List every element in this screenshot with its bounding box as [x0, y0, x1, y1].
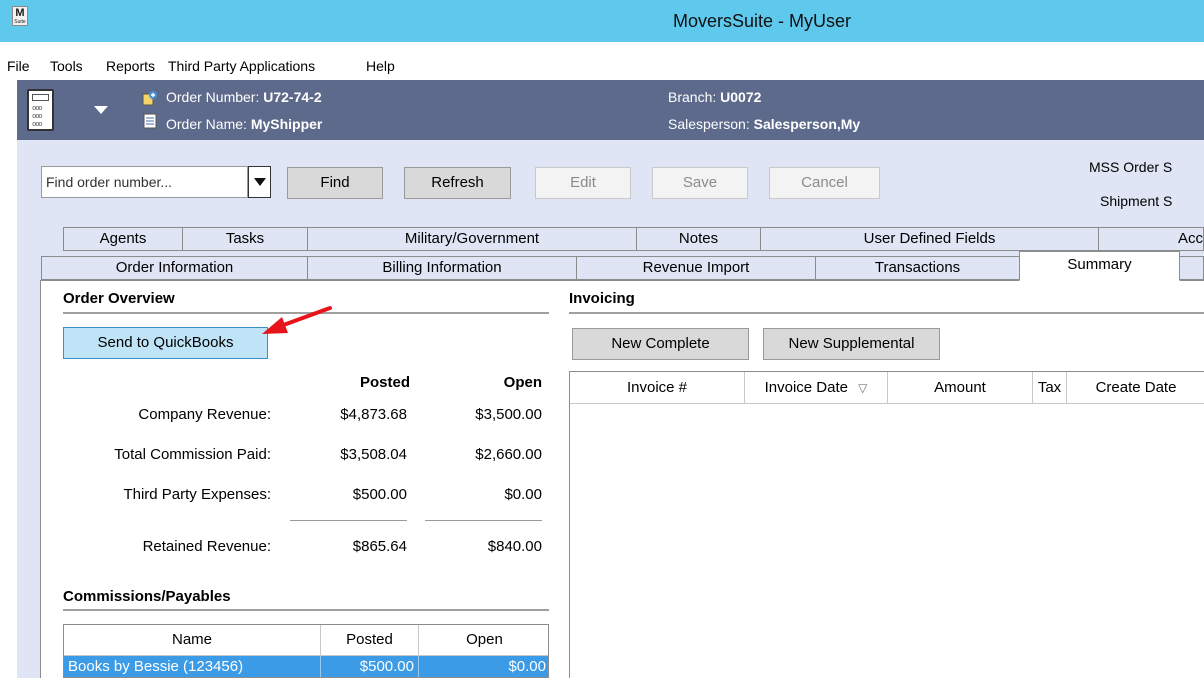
- tab-agents[interactable]: Agents: [63, 227, 183, 251]
- menu-reports[interactable]: Reports: [106, 58, 155, 74]
- commissions-rule: [63, 609, 549, 611]
- company-revenue-label: Company Revenue:: [138, 406, 271, 423]
- edit-button[interactable]: Edit: [535, 167, 631, 199]
- commissions-grid[interactable]: Name Posted Open Books by Bessie (123456…: [63, 624, 549, 678]
- tab-military-government[interactable]: Military/Government: [307, 227, 637, 251]
- order-number-value: U72-74-2: [263, 89, 322, 105]
- invoicing-rule: [569, 312, 1204, 314]
- send-to-quickbooks-button[interactable]: Send to QuickBooks: [63, 327, 268, 359]
- shipment-status-label: Shipment S: [1100, 193, 1173, 209]
- tab-billing-information[interactable]: Billing Information: [307, 256, 577, 280]
- third-party-expenses-open: $0.00: [504, 486, 542, 503]
- new-complete-button[interactable]: New Complete: [572, 328, 749, 360]
- commissions-col-name[interactable]: Name: [64, 625, 321, 656]
- commissions-payables-title: Commissions/Payables: [63, 588, 231, 605]
- commissions-col-posted[interactable]: Posted: [321, 625, 419, 656]
- total-commission-paid-posted: $3,508.04: [340, 446, 407, 463]
- tab-transactions[interactable]: Transactions: [815, 256, 1020, 280]
- red-arrow-annotation: [262, 306, 332, 334]
- tab-order-information[interactable]: Order Information: [41, 256, 308, 280]
- salesperson-value: Salesperson,My: [753, 116, 861, 132]
- menu-file[interactable]: File: [7, 58, 30, 74]
- total-commission-paid-label: Total Commission Paid:: [114, 446, 271, 463]
- menu-bar: File Tools Reports Third Party Applicati…: [0, 52, 1204, 80]
- chevron-down-icon[interactable]: [94, 106, 108, 114]
- order-number-label: Order Number:: [166, 89, 260, 105]
- company-revenue-open: $3,500.00: [475, 406, 542, 423]
- retained-revenue-posted: $865.64: [352, 538, 407, 555]
- tab-user-defined-fields[interactable]: User Defined Fields: [760, 227, 1099, 251]
- menu-help[interactable]: Help: [366, 58, 395, 74]
- invoice-col-tax[interactable]: Tax: [1033, 372, 1067, 404]
- retained-revenue-open: $840.00: [487, 538, 542, 555]
- branch-value: U0072: [720, 89, 762, 105]
- tab-tasks[interactable]: Tasks: [182, 227, 308, 251]
- commission-name-cell: Books by Bessie (123456): [64, 656, 321, 677]
- menu-third-party-applications[interactable]: Third Party Applications: [168, 58, 315, 74]
- retained-revenue-label: Retained Revenue:: [142, 538, 271, 555]
- tab-summary[interactable]: Summary: [1019, 251, 1180, 281]
- table-row[interactable]: Books by Bessie (123456) $500.00 $0.00: [64, 656, 548, 677]
- menu-tools[interactable]: Tools: [50, 58, 83, 74]
- sort-descending-icon: ▽: [858, 381, 868, 395]
- find-order-dropdown[interactable]: [248, 166, 271, 198]
- tab-revenue-import[interactable]: Revenue Import: [576, 256, 816, 280]
- find-order-input[interactable]: Find order number...: [41, 166, 248, 198]
- invoice-col-date[interactable]: Invoice Date ▽: [745, 372, 888, 404]
- invoice-col-amount[interactable]: Amount: [888, 372, 1033, 404]
- tab-notes[interactable]: Notes: [636, 227, 761, 251]
- save-button[interactable]: Save: [652, 167, 748, 199]
- order-name-icon: [142, 113, 158, 129]
- tab-overflow[interactable]: [1179, 256, 1204, 280]
- find-button[interactable]: Find: [287, 167, 383, 199]
- commission-open-cell: $0.00: [508, 658, 546, 675]
- calculator-icon[interactable]: ooo ooo ooo: [27, 89, 54, 131]
- order-overview-title: Order Overview: [63, 290, 175, 307]
- total-commission-paid-open: $2,660.00: [475, 446, 542, 463]
- tab-accounting[interactable]: Acc: [1098, 227, 1204, 251]
- cancel-button[interactable]: Cancel: [769, 167, 880, 199]
- new-supplemental-button[interactable]: New Supplemental: [763, 328, 940, 360]
- commission-posted-cell: $500.00: [321, 656, 419, 677]
- open-total-divider: [425, 520, 542, 521]
- company-revenue-posted: $4,873.68: [340, 406, 407, 423]
- order-name-value: MyShipper: [250, 116, 323, 132]
- refresh-button[interactable]: Refresh: [404, 167, 511, 199]
- mss-order-status-label: MSS Order S: [1089, 159, 1173, 175]
- salesperson-label: Salesperson:: [668, 116, 750, 132]
- invoice-grid[interactable]: Invoice # Invoice Date ▽ Amount Tax Crea…: [569, 371, 1204, 678]
- third-party-expenses-posted: $500.00: [352, 486, 407, 503]
- third-party-expenses-label: Third Party Expenses:: [123, 486, 271, 503]
- order-number-icon: [142, 90, 158, 106]
- invoicing-title: Invoicing: [569, 290, 635, 307]
- invoice-col-number[interactable]: Invoice #: [570, 372, 745, 404]
- window-title: MoversSuite - MyUser: [672, 11, 852, 31]
- posted-total-divider: [290, 520, 407, 521]
- invoice-col-create-date[interactable]: Create Date: [1067, 372, 1204, 404]
- commissions-col-open[interactable]: Open: [419, 625, 548, 656]
- order-name-label: Order Name:: [166, 116, 247, 132]
- col-open-header: Open: [503, 374, 542, 391]
- branch-label: Branch:: [668, 89, 717, 105]
- col-posted-header: Posted: [359, 374, 410, 391]
